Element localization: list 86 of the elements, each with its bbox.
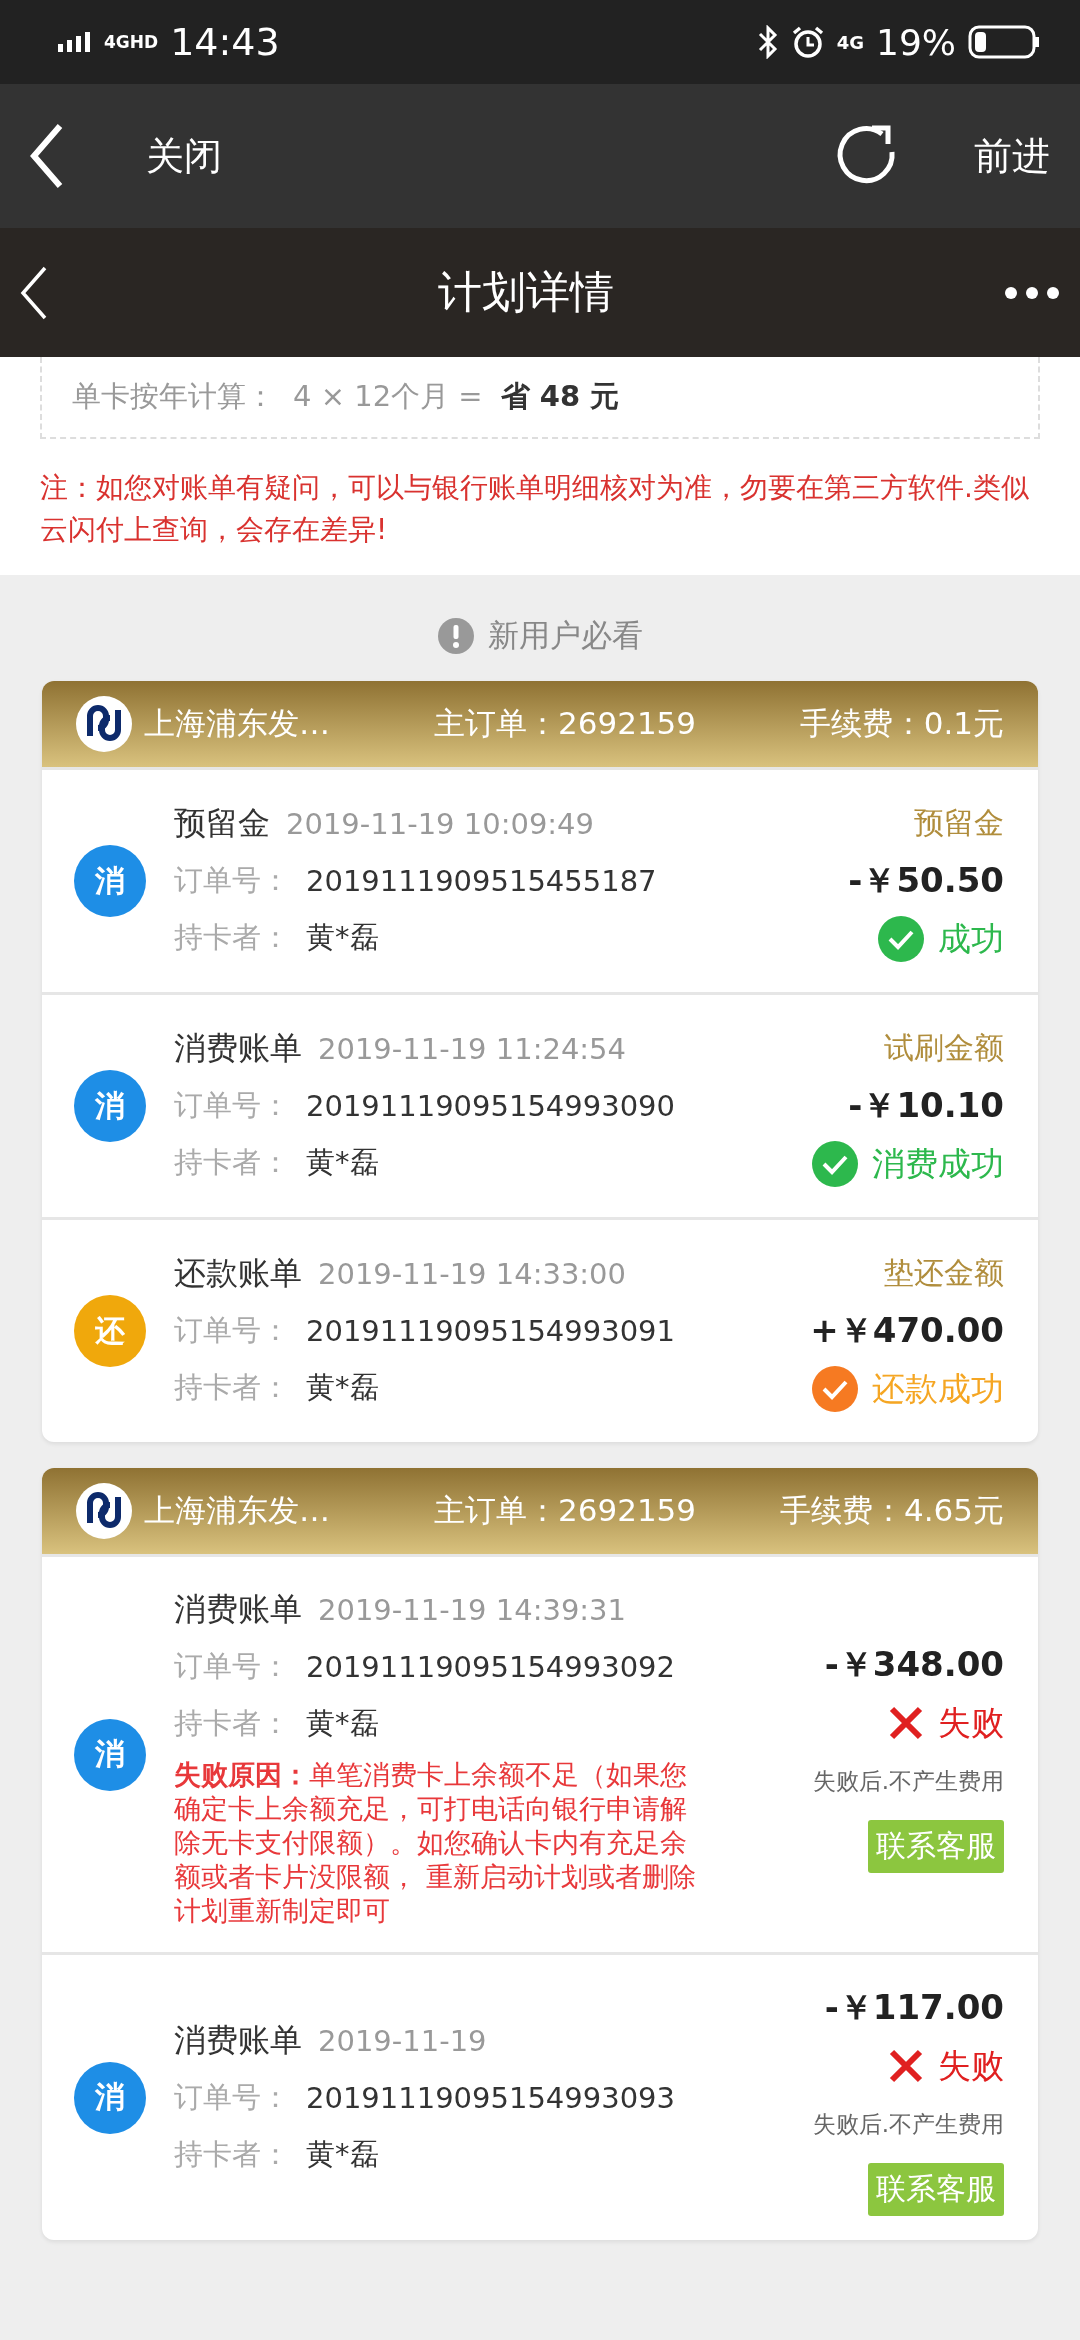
contact-service-button[interactable]: 联系客服	[868, 1820, 1004, 1873]
service-fee: 手续费：4.65元	[779, 1491, 1004, 1530]
more-icon[interactable]	[1004, 285, 1060, 300]
order-number: 2019111909515455187	[306, 864, 657, 898]
amount: -￥348.00	[824, 1643, 1004, 1686]
new-user-link[interactable]: 新用户必看	[487, 615, 643, 657]
clock-time: 14:43	[170, 20, 280, 64]
holder-name: 黄*磊	[306, 2135, 379, 2173]
holder-label: 持卡者：	[174, 1369, 290, 1406]
transaction-title: 还款账单	[174, 1253, 302, 1294]
battery-icon	[968, 25, 1040, 59]
close-button[interactable]: 关闭	[146, 130, 222, 182]
category-badge: 还	[74, 1295, 146, 1367]
transaction-title: 预留金	[174, 803, 270, 844]
holder-name: 黄*磊	[306, 1704, 379, 1742]
amount-label: 试刷金额	[884, 1028, 1004, 1067]
order-number: 20191119095154993090	[306, 1089, 675, 1123]
back-icon[interactable]	[20, 264, 48, 321]
holder-name: 黄*磊	[306, 1369, 379, 1406]
holder-label: 持卡者：	[174, 919, 290, 956]
holder-label: 持卡者：	[174, 1704, 290, 1742]
status-text: 消费成功	[872, 1142, 1004, 1185]
page-title: 计划详情	[437, 265, 615, 319]
main-order: 主订单：2692159	[434, 1491, 698, 1530]
status-text: 成功	[938, 917, 1004, 960]
bank-logo-icon	[76, 1483, 132, 1539]
check-icon	[812, 1141, 858, 1187]
amount-label: 垫还金额	[884, 1253, 1004, 1292]
forward-button[interactable]: 前进	[974, 130, 1050, 182]
transaction-time: 2019-11-19 11:24:54	[318, 1032, 626, 1066]
check-icon	[878, 916, 924, 962]
transaction-time: 2019-11-19 14:39:31	[318, 1592, 626, 1627]
cross-icon	[888, 1705, 924, 1741]
status-text: 失败	[938, 2044, 1004, 2087]
fee-note: 失败后.不产生费用	[812, 2109, 1004, 2139]
bank-name: 上海浦东发…	[144, 704, 331, 743]
failure-reason: 失败原因：单笔消费卡上余额不足（如果您确定卡上余额充足，可打电话向银行申请解除无卡支付限额）。如您确认卡内有充足余额或者卡片没限额， 重新启动计划或者删除计划重新制定即可	[174, 1758, 697, 1928]
order-label: 订单号：	[174, 862, 290, 899]
main-order: 主订单：2692159	[434, 704, 698, 743]
transaction-title: 消费账单	[174, 1028, 302, 1069]
holder-label: 持卡者：	[174, 1144, 290, 1181]
holder-name: 黄*磊	[306, 919, 379, 956]
status-text: 失败	[938, 1701, 1004, 1744]
holder-label: 持卡者：	[174, 2135, 290, 2173]
amount: -￥117.00	[824, 1986, 1004, 2029]
bank-name: 上海浦东发…	[144, 1491, 331, 1530]
transaction-time: 2019-11-19 14:33:00	[318, 1257, 626, 1291]
signal-icon	[58, 32, 92, 52]
service-fee: 手续费：0.1元	[799, 704, 1004, 743]
savings-label: 单卡按年计算：	[72, 378, 275, 415]
status-text: 还款成功	[872, 1367, 1004, 1410]
savings-formula: 4 × 12个月 =	[293, 378, 483, 415]
network-type: 4GHD	[104, 33, 159, 51]
transaction-title: 消费账单	[174, 2019, 302, 2061]
order-number: 20191119095154993091	[306, 1314, 675, 1348]
amount: +￥470.00	[810, 1309, 1004, 1352]
order-label: 订单号：	[174, 1647, 290, 1685]
transaction-title: 消费账单	[174, 1588, 302, 1630]
order-label: 订单号：	[174, 1087, 290, 1124]
back-icon[interactable]	[30, 122, 64, 190]
alarm-icon	[790, 25, 825, 59]
category-badge: 消	[74, 1070, 146, 1142]
order-label: 订单号：	[174, 2078, 290, 2116]
exclamation-icon	[437, 618, 474, 654]
category-badge: 消	[74, 845, 146, 917]
data-type: 4G	[836, 31, 864, 53]
order-number: 20191119095154993093	[306, 2080, 675, 2115]
order-label: 订单号：	[174, 1312, 290, 1349]
amount: -￥50.50	[848, 859, 1004, 902]
bluetooth-icon	[756, 25, 779, 59]
order-number: 20191119095154993092	[306, 1649, 675, 1684]
transaction-time: 2019-11-19	[318, 2023, 487, 2058]
amount-label: 预留金	[914, 803, 1004, 842]
battery-percent: 19%	[876, 21, 956, 63]
amount: -￥10.10	[848, 1084, 1004, 1127]
contact-service-button[interactable]: 联系客服	[868, 2163, 1004, 2216]
category-badge: 消	[74, 1718, 146, 1791]
holder-name: 黄*磊	[306, 1144, 379, 1181]
fee-note: 失败后.不产生费用	[812, 1766, 1004, 1796]
notice-text: 注：如您对账单有疑问，可以与银行账单明细核对为准，勿要在第三方软件.类似云闪付上查询，会存在差异!	[40, 470, 1030, 548]
bank-logo-icon	[76, 696, 132, 752]
transaction-time: 2019-11-19 10:09:49	[286, 807, 594, 841]
check-icon	[812, 1366, 858, 1412]
savings-result: 省 48 元	[500, 378, 620, 415]
category-badge: 消	[74, 2061, 146, 2134]
cross-icon	[888, 2048, 924, 2084]
